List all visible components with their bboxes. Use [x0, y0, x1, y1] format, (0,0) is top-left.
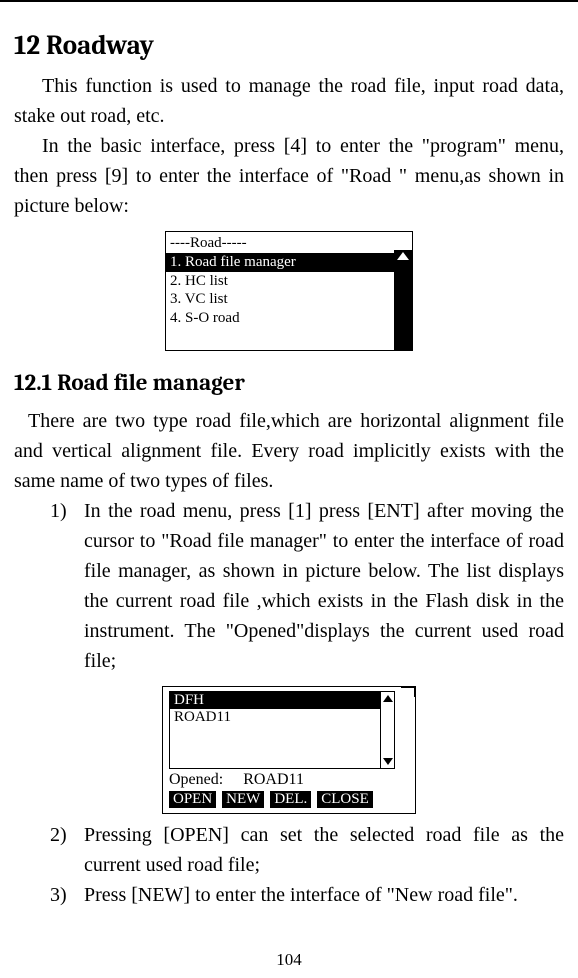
- road-menu-item-selected[interactable]: 1. Road file manager: [166, 253, 394, 272]
- opened-label: Opened:: [169, 771, 223, 789]
- new-button[interactable]: NEW: [222, 791, 264, 808]
- step-1: 1) In the road menu, press [1] press [EN…: [14, 496, 564, 676]
- road-menu-figure: ----Road----- 1. Road file manager 2. HC…: [14, 231, 564, 351]
- step-2: 2) Pressing [OPEN] can set the selected …: [14, 820, 564, 880]
- file-button-row: OPEN NEW DEL. CLOSE: [163, 791, 415, 813]
- del-button[interactable]: DEL.: [270, 791, 311, 808]
- scroll-up-icon: [383, 695, 393, 702]
- road-menu-box: ----Road----- 1. Road file manager 2. HC…: [165, 231, 413, 351]
- step-3-text: Press [NEW] to enter the interface of "N…: [84, 884, 518, 906]
- basic-paragraph: In the basic interface, press [4] to ent…: [14, 131, 564, 221]
- step-2-number: 2): [50, 820, 67, 850]
- file-manager-figure: DFH ROAD11 Opened: ROAD11 OPEN NEW DEL. …: [14, 686, 564, 814]
- road-menu-item-3[interactable]: 3. VC list: [166, 290, 394, 309]
- step-1-number: 1): [50, 496, 67, 526]
- page-number: 104: [0, 950, 578, 970]
- open-button[interactable]: OPEN: [169, 791, 216, 808]
- outer-scroll-stub: [401, 687, 415, 813]
- subsection-intro: There are two type road file,which are h…: [14, 406, 564, 496]
- road-menu-item-4[interactable]: 4. S-O road: [166, 309, 394, 328]
- subsection-title: 12.1 Road file manager: [14, 369, 564, 396]
- step-3: 3) Press [NEW] to enter the interface of…: [14, 880, 564, 910]
- scroll-up-icon: [397, 252, 409, 260]
- opened-status: Opened: ROAD11: [163, 769, 415, 791]
- file-row-2[interactable]: ROAD11: [170, 709, 380, 726]
- file-list-scrollbar[interactable]: [380, 692, 394, 768]
- step-2-text: Pressing [OPEN] can set the selected roa…: [84, 824, 564, 876]
- step-1-text: In the road menu, press [1] press [ENT] …: [84, 500, 564, 672]
- section-title: 12 Roadway: [14, 30, 564, 61]
- road-menu-scrollbar[interactable]: [394, 250, 412, 350]
- scroll-down-icon: [383, 758, 393, 765]
- page: 12 Roadway This function is used to mana…: [0, 0, 578, 978]
- step-3-number: 3): [50, 880, 67, 910]
- opened-value: ROAD11: [243, 771, 304, 789]
- file-manager-box: DFH ROAD11 Opened: ROAD11 OPEN NEW DEL. …: [162, 686, 416, 814]
- close-button[interactable]: CLOSE: [317, 791, 373, 808]
- road-menu-item-2[interactable]: 2. HC list: [166, 272, 394, 291]
- road-menu-header: ----Road-----: [166, 232, 412, 253]
- intro-paragraph: This function is used to manage the road…: [14, 71, 564, 131]
- file-row-selected[interactable]: DFH: [170, 692, 380, 709]
- file-list: DFH ROAD11: [169, 691, 395, 769]
